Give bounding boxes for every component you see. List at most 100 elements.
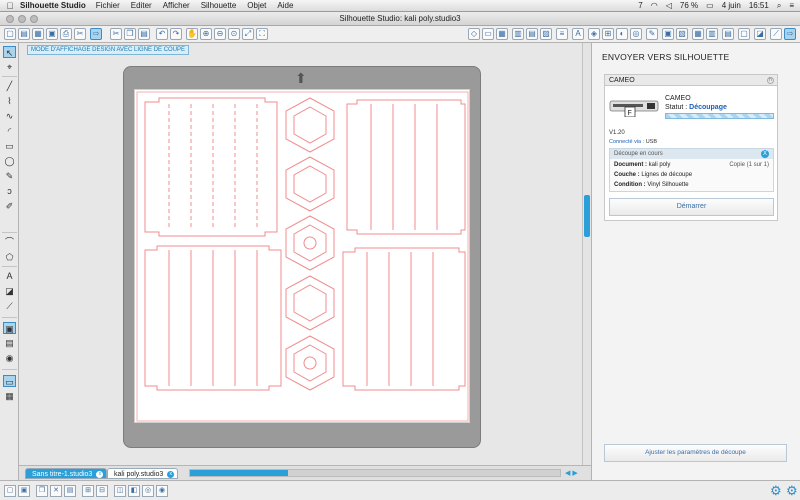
make-compound-icon[interactable]: ◫ <box>114 485 126 497</box>
start-button[interactable]: Démarrer <box>609 198 774 216</box>
offset-bottom-icon[interactable]: ◉ <box>156 485 168 497</box>
volume-icon[interactable]: ◁ <box>666 1 672 10</box>
group-icon[interactable]: ⊞ <box>82 485 94 497</box>
fill-color-icon[interactable]: ▥ <box>512 28 524 40</box>
scrollbar-thumb[interactable] <box>584 195 590 237</box>
zoom-window-button[interactable] <box>30 15 38 23</box>
preferences-gear-icon[interactable]: ⚙ <box>786 483 798 499</box>
menu-editer[interactable]: Editer <box>131 1 152 10</box>
notifications-count[interactable]: 7 <box>638 1 642 10</box>
align-icon[interactable]: ▥ <box>706 28 718 40</box>
line-color-icon[interactable]: ▨ <box>540 28 552 40</box>
line-tool-icon[interactable]: ╱ <box>3 80 16 92</box>
battery-level[interactable]: 76 % <box>680 1 698 10</box>
canvas-horizontal-scrollbar[interactable] <box>189 469 561 477</box>
weld-icon[interactable]: ◎ <box>142 485 154 497</box>
split-view-icon[interactable]: ▦ <box>3 390 16 402</box>
design-view-icon[interactable]: ▭ <box>3 375 16 387</box>
offset-icon[interactable]: ◎ <box>630 28 642 40</box>
arc-draw-tool-icon[interactable]: ⌒ <box>3 236 16 248</box>
print-cut-icon[interactable]: ✂ <box>74 28 86 40</box>
select-tool-icon[interactable]: ↖ <box>3 46 16 58</box>
deselect-icon[interactable]: ▣ <box>18 485 30 497</box>
battery-icon[interactable]: ▭ <box>706 1 714 10</box>
cut-lines-design[interactable] <box>135 90 471 424</box>
open-folder-icon[interactable]: ▤ <box>18 28 30 40</box>
media-icon[interactable]: ▧ <box>676 28 688 40</box>
menu-afficher[interactable]: Afficher <box>163 1 190 10</box>
zoom-in-icon[interactable]: ⊕ <box>200 28 212 40</box>
select-all-icon[interactable]: ▢ <box>4 485 16 497</box>
zoom-select-icon[interactable]: ⊙ <box>228 28 240 40</box>
tab-kali-poly[interactable]: kali poly.studio3 x <box>107 468 179 479</box>
pan-hand-icon[interactable]: ✋ <box>186 28 198 40</box>
zoom-out-icon[interactable]: ⊖ <box>214 28 226 40</box>
knife-icon[interactable]: ⟋ <box>770 28 782 40</box>
date[interactable]: 4 juin <box>722 1 741 10</box>
zoom-fit-icon[interactable]: ⤢ <box>242 28 254 40</box>
app-menu[interactable]: Silhouette Studio <box>20 1 86 10</box>
canvas-vertical-scrollbar[interactable] <box>582 43 591 465</box>
copy-icon[interactable]: ❐ <box>124 28 136 40</box>
cut-icon[interactable]: ✂ <box>110 28 122 40</box>
apple-icon[interactable]:  <box>0 1 20 11</box>
bring-front-icon[interactable]: ▤ <box>64 485 76 497</box>
undo-icon[interactable]: ↶ <box>156 28 168 40</box>
trace-icon[interactable]: ✎ <box>646 28 658 40</box>
library-panel-icon[interactable]: ▢ <box>738 28 750 40</box>
smooth-tool-icon[interactable]: ↄ <box>3 185 16 197</box>
redo-icon[interactable]: ↷ <box>170 28 182 40</box>
freehand-tool-icon[interactable]: ✎ <box>3 170 16 182</box>
replicate-icon[interactable]: ⊞ <box>602 28 614 40</box>
send-to-silhouette-icon[interactable]: ⇨ <box>90 28 102 40</box>
close-tab-icon[interactable]: x <box>167 471 175 478</box>
print-icon[interactable]: ⎙ <box>60 28 72 40</box>
grid-settings-icon[interactable]: ◇ <box>468 28 480 40</box>
layers-icon[interactable]: ▦ <box>692 28 704 40</box>
scroll-arrows-icon[interactable]: ◀ ▶ <box>565 469 578 477</box>
library-view-icon[interactable]: ▤ <box>3 337 16 349</box>
wifi-icon[interactable]: ◠ <box>651 1 658 10</box>
adjust-cut-settings-button[interactable]: Ajuster les paramètres de découpe <box>604 444 787 462</box>
polygon-shape-tool-icon[interactable]: ⬠ <box>3 251 16 263</box>
fit-page-icon[interactable]: ⛶ <box>256 28 268 40</box>
text-style-icon[interactable]: A <box>572 28 584 40</box>
arc-tool-icon[interactable]: ◜ <box>3 125 16 137</box>
knife-tool-icon[interactable]: ⟋ <box>3 300 16 312</box>
modify-icon[interactable]: ◐ <box>616 28 628 40</box>
eraser-tool-icon[interactable]: ◪ <box>3 285 16 297</box>
curve-tool-icon[interactable]: ∿ <box>3 110 16 122</box>
settings-gear-icon[interactable]: ⚙ <box>770 483 782 499</box>
design-canvas[interactable]: MODE D'AFFICHAGE DESIGN AVEC LIGNE DE CO… <box>19 43 583 465</box>
time[interactable]: 16:51 <box>749 1 769 10</box>
delete-icon[interactable]: ✕ <box>50 485 62 497</box>
polygon-tool-icon[interactable]: ⌇ <box>3 95 16 107</box>
release-compound-icon[interactable]: ◧ <box>128 485 140 497</box>
search-icon[interactable]: ⌕ <box>777 1 781 11</box>
close-tab-icon[interactable]: x <box>96 471 104 478</box>
line-style-icon[interactable]: ≡ <box>556 28 568 40</box>
eraser-icon[interactable]: ◪ <box>754 28 766 40</box>
page-settings-icon[interactable]: ▭ <box>482 28 494 40</box>
store-icon[interactable]: ▤ <box>722 28 734 40</box>
library-icon[interactable]: ▦ <box>32 28 44 40</box>
minimize-window-button[interactable] <box>18 15 26 23</box>
menu-objet[interactable]: Objet <box>247 1 266 10</box>
gradient-icon[interactable]: ▤ <box>526 28 538 40</box>
send-panel-icon[interactable]: ⇨ <box>784 28 796 40</box>
device-help-icon[interactable]: h <box>767 77 774 84</box>
point-edit-tool-icon[interactable]: ⌖ <box>3 61 16 73</box>
rectangle-tool-icon[interactable]: ▭ <box>3 140 16 152</box>
cancel-job-button[interactable]: X <box>761 150 769 158</box>
new-document-icon[interactable]: ▢ <box>4 28 16 40</box>
ellipse-tool-icon[interactable]: ◯ <box>3 155 16 167</box>
scrollbar-thumb[interactable] <box>190 470 288 476</box>
online-store-icon[interactable]: ◉ <box>3 352 16 364</box>
pencil-tool-icon[interactable]: ✐ <box>3 200 16 212</box>
save-icon[interactable]: ▣ <box>46 28 58 40</box>
transform-icon[interactable]: ◈ <box>588 28 600 40</box>
tab-sans-titre[interactable]: Sans titre-1.studio3 x <box>25 468 108 479</box>
menu-aide[interactable]: Aide <box>277 1 293 10</box>
text-tool-icon[interactable]: A <box>3 270 16 282</box>
registration-marks-icon[interactable]: ▦ <box>496 28 508 40</box>
